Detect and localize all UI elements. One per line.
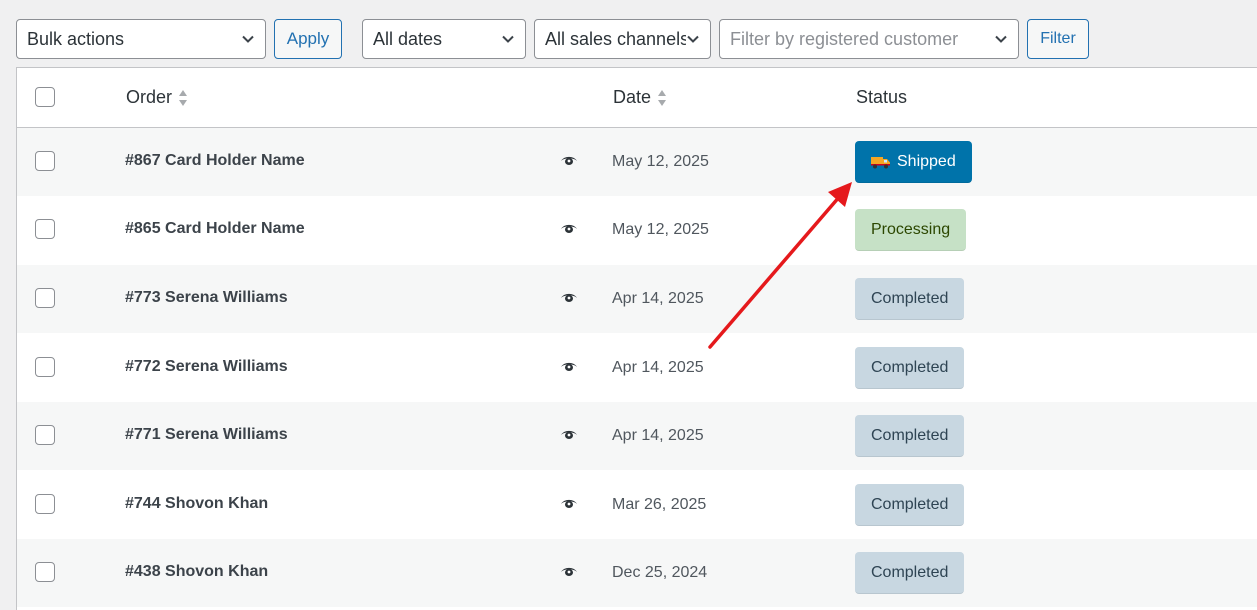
order-date: Dec 25, 2024 (612, 564, 708, 581)
status-badge: Completed (855, 552, 965, 594)
status-badge: Processing (855, 209, 967, 251)
order-link[interactable]: #771 Serena Williams (125, 426, 288, 444)
eye-icon[interactable] (560, 223, 578, 235)
sales-channel-value: All sales channels (545, 28, 686, 49)
chevron-down-icon (995, 35, 1007, 43)
order-date: Apr 14, 2025 (612, 427, 704, 444)
chevron-down-icon (502, 35, 514, 43)
eye-icon[interactable] (560, 292, 578, 304)
order-date: May 12, 2025 (612, 221, 709, 238)
status-badge: Completed (855, 415, 965, 457)
status-label: Completed (871, 426, 949, 444)
order-date: Mar 26, 2025 (612, 496, 707, 513)
sort-icon (658, 89, 667, 106)
status-badge: Shipped (855, 141, 972, 183)
row-checkbox[interactable] (35, 425, 55, 445)
orders-table: Order Date Status #867 Card Holder Name … (16, 67, 1257, 610)
table-row[interactable]: #771 Serena Williams Apr 14, 2025 Comple… (17, 402, 1257, 470)
customer-filter-select[interactable]: Filter by registered customer (719, 19, 1019, 59)
date-filter-value: All dates (373, 28, 443, 49)
row-checkbox[interactable] (35, 494, 55, 514)
order-link[interactable]: #438 Shovon Khan (125, 563, 268, 581)
order-link[interactable]: #865 Card Holder Name (125, 220, 305, 238)
status-label: Completed (871, 563, 949, 581)
sort-icon (179, 89, 188, 106)
eye-icon[interactable] (560, 566, 578, 578)
eye-icon[interactable] (560, 429, 578, 441)
filter-toolbar: Bulk actions Apply All dates All sales c… (0, 0, 1257, 68)
order-link[interactable]: #773 Serena Williams (125, 289, 288, 307)
status-header-label: Status (856, 87, 908, 107)
apply-button[interactable]: Apply (274, 19, 342, 59)
order-link[interactable]: #772 Serena Williams (125, 358, 288, 376)
table-row[interactable]: #865 Card Holder Name May 12, 2025 Proce… (17, 196, 1257, 264)
eye-icon[interactable] (560, 361, 578, 373)
order-link[interactable]: #744 Shovon Khan (125, 495, 268, 513)
row-checkbox[interactable] (35, 562, 55, 582)
status-label: Processing (871, 220, 951, 238)
status-label: Completed (871, 358, 949, 376)
chevron-down-icon (687, 35, 699, 43)
order-header-label: Order (126, 87, 173, 107)
status-badge: Completed (855, 278, 965, 320)
sales-channel-select[interactable]: All sales channels (534, 19, 711, 59)
row-checkbox[interactable] (35, 151, 55, 171)
status-label: Completed (871, 289, 949, 307)
table-row[interactable]: #773 Serena Williams Apr 14, 2025 Comple… (17, 265, 1257, 333)
order-date: Apr 14, 2025 (612, 359, 704, 376)
date-column-header[interactable]: Date (613, 87, 667, 108)
order-date: Apr 14, 2025 (612, 290, 704, 307)
table-row[interactable]: #772 Serena Williams Apr 14, 2025 Comple… (17, 334, 1257, 402)
row-checkbox[interactable] (35, 288, 55, 308)
order-column-header[interactable]: Order (126, 87, 188, 108)
chevron-down-icon (242, 35, 254, 43)
row-checkbox[interactable] (35, 219, 55, 239)
bulk-actions-value: Bulk actions (27, 28, 125, 49)
status-label: Shipped (897, 152, 956, 170)
table-row[interactable]: #438 Shovon Khan Dec 25, 2024 Completed (17, 539, 1257, 607)
order-link[interactable]: #867 Card Holder Name (125, 152, 305, 170)
filter-button[interactable]: Filter (1027, 19, 1089, 59)
table-row[interactable]: #744 Shovon Khan Mar 26, 2025 Completed (17, 471, 1257, 539)
date-header-label: Date (613, 87, 652, 107)
customer-filter-placeholder: Filter by registered customer (730, 28, 959, 49)
select-all-checkbox[interactable] (35, 87, 55, 107)
truck-icon (871, 156, 890, 168)
status-badge: Completed (855, 347, 965, 389)
status-label: Completed (871, 495, 949, 513)
table-header: Order Date Status (17, 68, 1257, 128)
row-checkbox[interactable] (35, 357, 55, 377)
eye-icon[interactable] (560, 498, 578, 510)
table-row[interactable]: #867 Card Holder Name May 12, 2025 Shipp… (17, 128, 1257, 196)
eye-icon[interactable] (560, 155, 578, 167)
date-filter-select[interactable]: All dates (362, 19, 526, 59)
status-column-header: Status (856, 87, 907, 108)
order-date: May 12, 2025 (612, 153, 709, 170)
bulk-actions-select[interactable]: Bulk actions (16, 19, 266, 59)
status-badge: Completed (855, 484, 965, 526)
